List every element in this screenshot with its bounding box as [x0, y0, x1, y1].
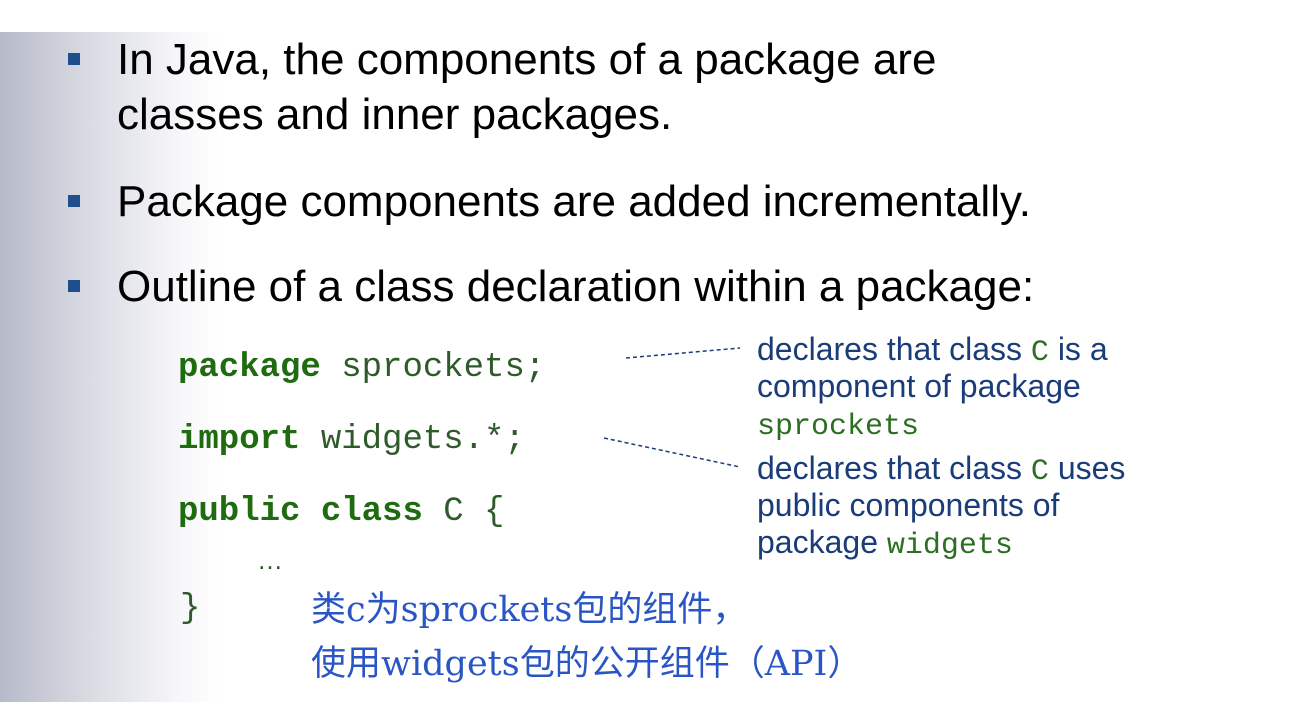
package-name: sprockets;	[320, 349, 546, 387]
note-2-line-3: package widgets	[757, 524, 1013, 565]
note-2-line-1: declares that class C uses	[757, 450, 1125, 491]
bullet-marker-3	[68, 280, 80, 292]
code-ellipsis: …	[257, 545, 283, 575]
note-1-post: is a	[1048, 331, 1108, 367]
bullet-3-text: Outline of a class declaration within a …	[117, 262, 1035, 311]
bullet-marker-2	[68, 195, 80, 207]
connector-package-note	[625, 347, 741, 359]
chinese-note-line-2: 使用widgets包的公开组件（API）	[311, 644, 863, 684]
connector-import-note	[603, 437, 741, 468]
keyword-import: import	[178, 421, 301, 459]
note-1-line-1: declares that class C is a	[757, 331, 1108, 372]
chinese-note-line-1: 类c为sprockets包的组件，	[311, 590, 748, 630]
import-target: widgets.*;	[300, 421, 525, 459]
bullet-marker-1	[68, 53, 80, 65]
bullet-1-line-1: In Java, the components of a package are	[117, 35, 937, 84]
note-2-line-3-pre: package	[757, 524, 887, 560]
bullet-2-text: Package components are added incremental…	[117, 177, 1031, 226]
note-1-package-code: sprockets	[757, 410, 920, 444]
code-line-class-decl: public class C {	[178, 492, 504, 532]
note-2-pre: declares that class	[757, 450, 1031, 486]
note-1-line-2: component of package	[757, 368, 1081, 404]
note-2-class-code: C	[1030, 455, 1049, 489]
keyword-package: package	[178, 349, 321, 387]
class-name: C {	[422, 493, 505, 531]
bullet-1-line-2: classes and inner packages.	[117, 90, 673, 139]
keyword-public: public	[178, 493, 301, 531]
note-1-pre: declares that class	[757, 331, 1031, 367]
note-2-post: uses	[1048, 450, 1126, 486]
code-line-import: import widgets.*;	[178, 420, 525, 460]
note-1-line-3: sprockets	[757, 405, 919, 446]
code-line-package: package sprockets;	[178, 348, 545, 388]
note-2-package-code: widgets	[886, 529, 1013, 563]
note-1-class-code: C	[1030, 336, 1049, 370]
note-2-line-2: public components of	[757, 487, 1060, 523]
code-closing-brace: }	[180, 590, 201, 628]
keyword-class: class	[300, 493, 423, 531]
